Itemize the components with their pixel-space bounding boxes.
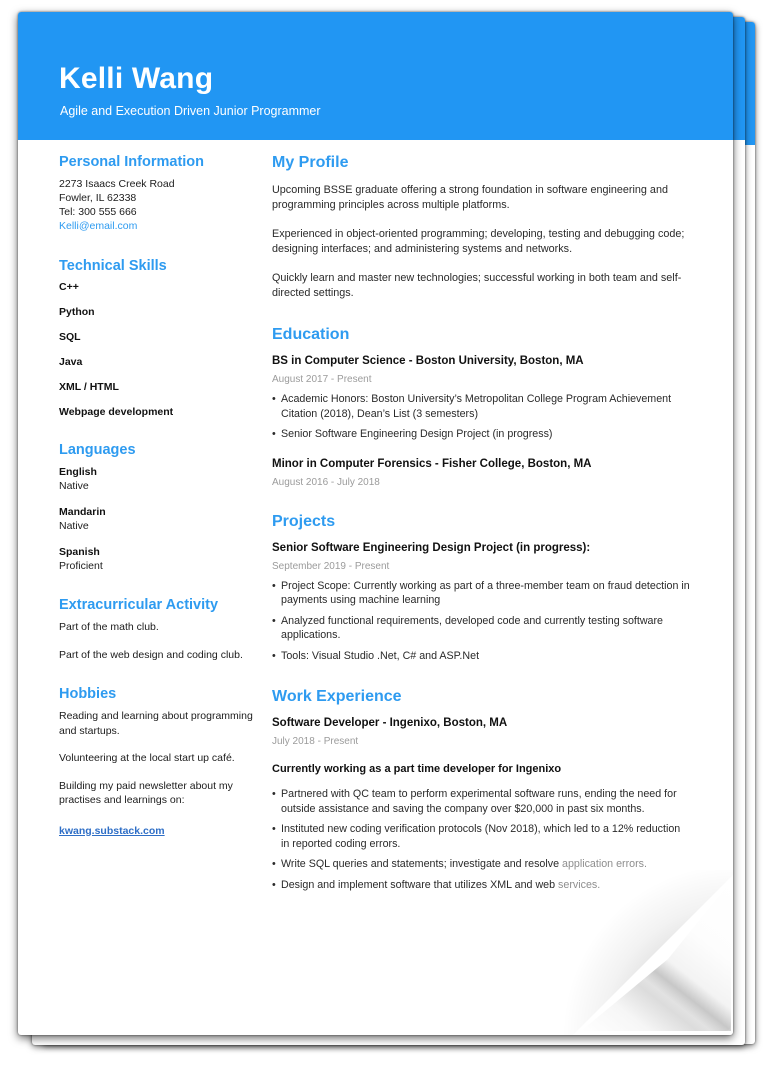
language-level: Native	[59, 520, 89, 532]
resume-body: Personal Information 2273 Isaacs Creek R…	[18, 140, 733, 1035]
resume-main-column: My Profile Upcoming BSSE graduate offeri…	[272, 154, 690, 917]
section-my-profile: My Profile Upcoming BSSE graduate offeri…	[272, 154, 690, 301]
entry-date: August 2017 - Present	[272, 374, 372, 385]
skill-item: SQL	[59, 331, 81, 343]
resume-page: Kelli Wang Agile and Execution Driven Ju…	[18, 12, 733, 1035]
hobby-item: Volunteering at the local start up café.	[59, 752, 235, 764]
section-extracurricular-activity: Extracurricular Activity Part of the mat…	[59, 597, 256, 662]
language-level: Native	[59, 480, 89, 492]
section-heading-my-profile: My Profile	[272, 154, 349, 171]
bullet-text-faded: application errors.	[562, 858, 647, 870]
section-heading-languages: Languages	[59, 442, 136, 458]
section-heading-work-experience: Work Experience	[272, 688, 402, 705]
section-heading-technical-skills: Technical Skills	[59, 258, 167, 274]
language-item: English Native	[59, 465, 256, 493]
newsletter-link[interactable]: kwang.substack.com	[59, 825, 165, 837]
section-education: Education BS in Computer Science - Bosto…	[272, 326, 690, 488]
bullet-item: Project Scope: Currently working as part…	[272, 579, 690, 608]
bullet-item: Senior Software Engineering Design Proje…	[272, 427, 690, 442]
language-name: Mandarin	[59, 506, 106, 518]
candidate-name: Kelli Wang	[59, 62, 214, 95]
bullet-item: Academic Honors: Boston University’s Met…	[272, 392, 690, 421]
address-line-1: 2273 Isaacs Creek Road	[59, 178, 175, 190]
work-entry: Software Developer - Ingenixo, Boston, M…	[272, 717, 690, 892]
bullet-text-faded: services.	[558, 878, 601, 891]
skill-item: Python	[59, 306, 95, 318]
bullet-item: Instituted new coding verification proto…	[272, 822, 690, 851]
section-technical-skills: Technical Skills C++ Python SQL Java XML…	[59, 258, 256, 418]
resume-header-band: Kelli Wang Agile and Execution Driven Ju…	[18, 12, 733, 140]
extracurricular-item: Part of the web design and coding club.	[59, 648, 243, 661]
page-number-indicator: 2/2	[685, 982, 701, 996]
skill-item: XML / HTML	[59, 381, 119, 393]
bullet-item: Analyzed functional requirements, develo…	[272, 614, 690, 643]
bullet-item: Design and implement software that utili…	[272, 878, 690, 893]
entry-bullet-list: Academic Honors: Boston University’s Met…	[272, 392, 690, 442]
extracurricular-item: Part of the math club.	[59, 621, 159, 633]
entry-date: August 2016 - July 2018	[272, 476, 380, 488]
resume-sidebar: Personal Information 2273 Isaacs Creek R…	[59, 154, 256, 863]
entry-title: Software Developer - Ingenixo, Boston, M…	[272, 717, 508, 729]
candidate-tagline: Agile and Execution Driven Junior Progra…	[60, 104, 321, 118]
section-personal-information: Personal Information 2273 Isaacs Creek R…	[59, 154, 256, 234]
profile-paragraph: Upcoming BSSE graduate offering a strong…	[272, 184, 668, 211]
email-link[interactable]: Kelli@email.com	[59, 219, 256, 234]
section-heading-projects: Projects	[272, 512, 336, 530]
hobby-item: Reading and learning about programming a…	[59, 710, 253, 737]
language-item: Mandarin Native	[59, 505, 256, 533]
project-entry: Senior Software Engineering Design Proje…	[272, 542, 690, 664]
entry-title: Senior Software Engineering Design Proje…	[272, 541, 591, 554]
language-name: Spanish	[59, 546, 100, 558]
language-level: Proficient	[59, 560, 103, 572]
address-line-2: Fowler, IL 62338	[59, 192, 137, 204]
bullet-item: Partnered with QC team to perform experi…	[272, 787, 690, 816]
section-projects: Projects Senior Software Engineering Des…	[272, 513, 690, 664]
section-heading-extracurricular: Extracurricular Activity	[59, 597, 219, 613]
skill-item: C++	[59, 281, 79, 293]
entry-title: Minor in Computer Forensics - Fisher Col…	[272, 457, 592, 470]
section-heading-personal-information: Personal Information	[59, 154, 205, 170]
skill-item: Webpage development	[59, 406, 174, 418]
section-work-experience: Work Experience Software Developer - Ing…	[272, 688, 690, 892]
section-heading-education: Education	[272, 326, 350, 343]
bullet-text: Design and implement software that utili…	[281, 878, 559, 891]
entry-title: BS in Computer Science - Boston Universi…	[272, 355, 584, 367]
bullet-item: Tools: Visual Studio .Net, C# and ASP.Ne…	[272, 649, 690, 664]
bullet-text: Instituted new coding verification proto…	[281, 823, 681, 850]
phone-number: Tel: 300 555 666	[59, 206, 137, 218]
profile-paragraph: Quickly learn and master new technologie…	[272, 272, 682, 299]
entry-date: July 2018 - Present	[272, 736, 359, 747]
entry-date: September 2019 - Present	[272, 560, 390, 572]
education-entry: Minor in Computer Forensics - Fisher Col…	[272, 458, 690, 488]
entry-subheading: Currently working as a part time develop…	[272, 763, 562, 775]
bullet-text: Partnered with QC team to perform experi…	[281, 788, 677, 815]
screenshot-stage: Kelli Wang Agile and Execution Driven Ju…	[0, 0, 768, 1071]
language-name: English	[59, 466, 97, 478]
bullet-item: Write SQL queries and statements; invest…	[272, 857, 690, 872]
entry-bullet-list: Project Scope: Currently working as part…	[272, 579, 690, 664]
section-heading-hobbies: Hobbies	[59, 686, 117, 702]
section-hobbies: Hobbies Reading and learning about progr…	[59, 686, 256, 839]
language-item: Spanish Proficient	[59, 545, 256, 573]
bullet-text: Write SQL queries and statements; invest…	[281, 858, 562, 870]
hobby-item: Building my paid newsletter about my pra…	[59, 779, 233, 807]
skill-item: Java	[59, 356, 83, 368]
profile-paragraph: Experienced in object-oriented programmi…	[272, 228, 685, 255]
education-entry: BS in Computer Science - Boston Universi…	[272, 355, 690, 442]
entry-bullet-list: Partnered with QC team to perform experi…	[272, 787, 690, 892]
section-languages: Languages English Native Mandarin Native…	[59, 442, 256, 573]
